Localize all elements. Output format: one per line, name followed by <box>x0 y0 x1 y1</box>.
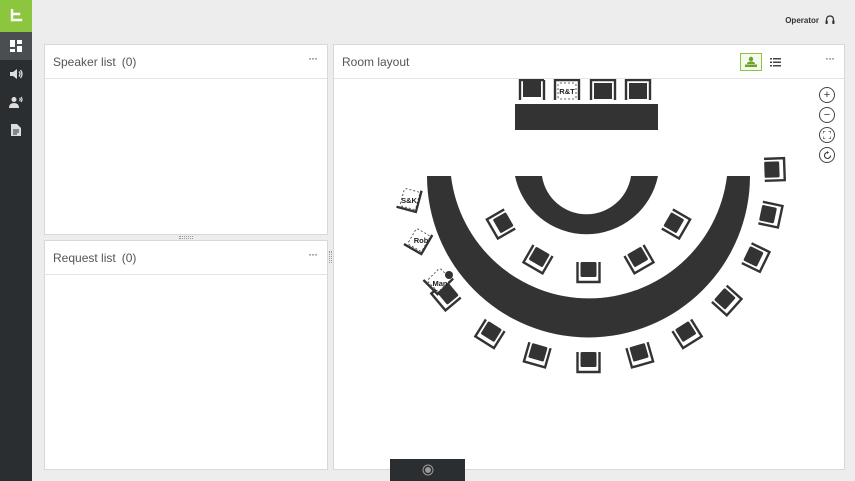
seat[interactable] <box>576 262 601 284</box>
sidebar-item-audio[interactable] <box>0 60 32 88</box>
seat[interactable] <box>473 318 506 350</box>
seat-view-icon <box>745 56 757 67</box>
seat-label-sk: S&K <box>401 196 417 205</box>
seat-label-rob: Rob <box>414 236 429 245</box>
request-list-more-button[interactable]: ··· <box>308 248 318 260</box>
record-icon <box>422 464 433 476</box>
seat[interactable] <box>763 156 787 183</box>
speaker-list-title: Speaker list <box>53 54 116 69</box>
seat[interactable] <box>625 341 655 369</box>
seat[interactable] <box>518 79 546 100</box>
outer-table <box>427 176 750 338</box>
request-list-panel: Request list (0) ··· <box>44 240 328 470</box>
seat[interactable] <box>485 208 516 241</box>
speaker-list-more-button[interactable]: ··· <box>308 52 318 64</box>
request-list-header: Request list (0) ··· <box>45 241 327 275</box>
column-resize-handle[interactable] <box>329 251 332 263</box>
sidebar-item-dashboard[interactable] <box>0 32 32 60</box>
room-layout-header: Room layout ··· <box>334 45 844 79</box>
speaker-icon <box>9 69 23 79</box>
speaker-list-panel: Speaker list (0) ··· <box>44 44 328 235</box>
seat[interactable] <box>623 244 656 275</box>
sidebar <box>0 0 32 481</box>
seat[interactable] <box>671 318 704 350</box>
list-view-icon <box>769 57 781 66</box>
room-layout-title: Room layout <box>342 54 410 69</box>
seat[interactable] <box>521 244 554 275</box>
headset-icon <box>825 15 835 24</box>
user-menu[interactable]: Operator <box>785 15 835 25</box>
speaker-list-header: Speaker list (0) ··· <box>45 45 327 79</box>
seat[interactable] <box>758 200 784 229</box>
speaker-indicator-icon <box>445 271 453 279</box>
sidebar-item-participants[interactable] <box>0 88 32 116</box>
seat[interactable] <box>576 352 601 374</box>
panel-resize-handle[interactable] <box>179 236 193 239</box>
seat[interactable] <box>711 284 744 318</box>
seat[interactable] <box>522 341 552 369</box>
view-toggle <box>740 53 786 71</box>
brand-logo-icon[interactable] <box>0 0 32 32</box>
seat[interactable] <box>661 208 692 241</box>
bottom-record-bar[interactable] <box>390 459 465 481</box>
document-icon <box>11 124 21 136</box>
speaker-list-count: (0) <box>121 54 137 69</box>
seat-view-button[interactable] <box>740 53 762 71</box>
presidium-table <box>515 104 658 130</box>
sidebar-item-documents[interactable] <box>0 116 32 144</box>
room-layout-more-button[interactable]: ··· <box>825 52 835 64</box>
participants-icon <box>9 96 23 108</box>
inner-table <box>515 176 658 235</box>
dashboard-icon <box>10 40 22 52</box>
seat[interactable] <box>624 79 652 100</box>
seat-rt[interactable]: R&T <box>553 79 581 100</box>
request-list-count: (0) <box>121 250 137 265</box>
user-label: Operator <box>785 15 819 25</box>
request-list-title: Request list <box>53 250 116 265</box>
list-view-button[interactable] <box>764 53 786 71</box>
seat-label-man: Man <box>433 279 448 288</box>
seat[interactable] <box>589 79 617 100</box>
seat[interactable] <box>741 242 772 274</box>
room-layout-canvas[interactable]: R&T S&K Rob Man <box>333 79 845 469</box>
seat-label-rt: R&T <box>559 87 575 96</box>
